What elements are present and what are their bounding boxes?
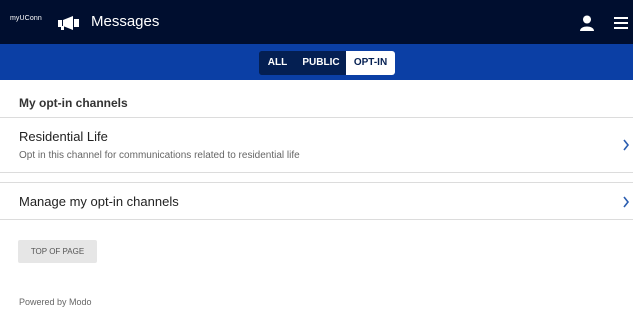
chevron-right-icon	[623, 196, 630, 208]
megaphone-icon	[58, 16, 79, 30]
channel-row-residential-life[interactable]: Residential Life Opt in this channel for…	[0, 118, 633, 173]
tab-all[interactable]: ALL	[259, 51, 296, 75]
manage-channels-row[interactable]: Manage my opt-in channels	[0, 183, 633, 220]
tab-opt-in[interactable]: OPT-IN	[346, 51, 395, 75]
user-icon[interactable]	[580, 15, 594, 31]
page: myUConn Messages ALL PUBLIC OPT-IN My op…	[0, 0, 633, 314]
section-title: My opt-in channels	[19, 96, 128, 110]
chevron-right-icon	[623, 139, 630, 151]
menu-icon[interactable]	[614, 17, 628, 29]
top-of-page-button[interactable]: TOP OF PAGE	[18, 240, 97, 263]
tab-bar: ALL PUBLIC OPT-IN	[0, 44, 633, 80]
app-header: myUConn Messages	[0, 0, 633, 44]
section-header: My opt-in channels	[0, 91, 633, 118]
tab-public[interactable]: PUBLIC	[296, 51, 346, 75]
channel-description: Opt in this channel for communications r…	[19, 150, 300, 161]
powered-by-footer[interactable]: Powered by Modo	[19, 297, 92, 307]
segmented-control: ALL PUBLIC OPT-IN	[259, 51, 395, 75]
channel-title: Residential Life	[19, 129, 108, 144]
brand-logo[interactable]: myUConn	[10, 15, 42, 22]
page-title: Messages	[91, 13, 160, 30]
manage-channels-label: Manage my opt-in channels	[19, 194, 179, 209]
